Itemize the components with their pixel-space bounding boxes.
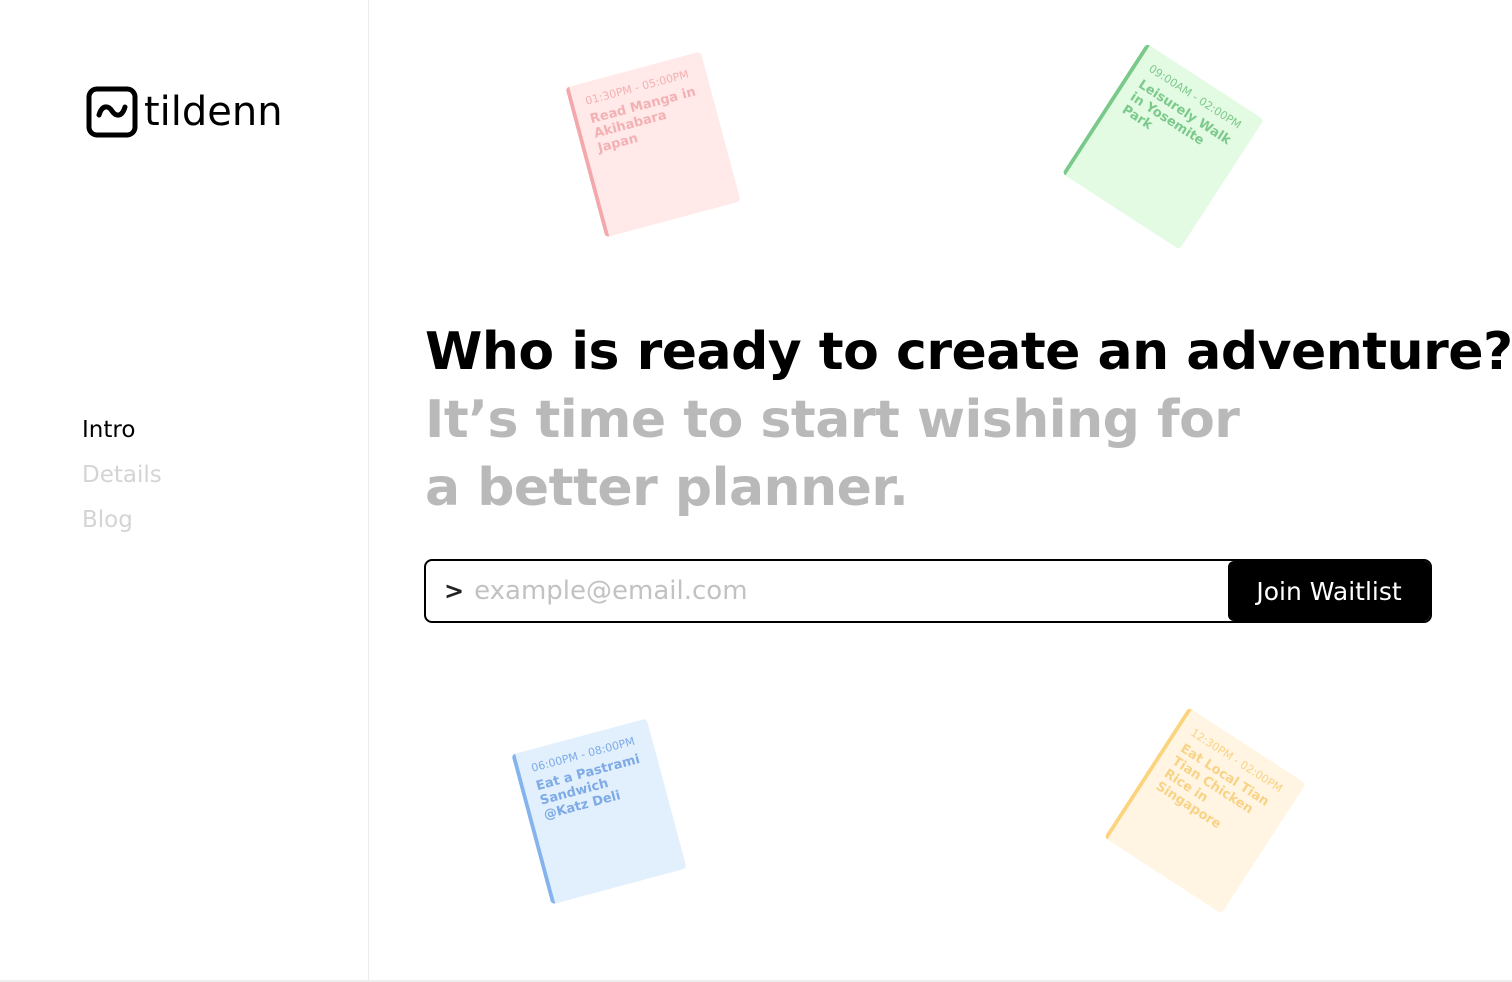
email-input[interactable] (464, 561, 1228, 621)
plan-card: 12:30PM - 02:00PM Eat Local Tian Tian Ch… (1104, 707, 1306, 914)
plan-card-title: Eat Local Tian Tian Chicken Rice in Sing… (1152, 741, 1272, 833)
brand-logo[interactable]: tildenn (86, 86, 283, 138)
hero-headline: Who is ready to create an adventure? (425, 322, 1512, 382)
waitlist-form: > Join Waitlist (424, 559, 1432, 623)
hero-subheadline: It’s time to start wishing for a better … (425, 390, 1240, 518)
sidebar-nav: Intro Details Blog (82, 408, 162, 543)
sidebar: tildenn Intro Details Blog (0, 0, 369, 982)
tilde-box-icon (86, 86, 138, 138)
main-content: 01:30PM - 05:00PM Read Manga in Akihabar… (370, 0, 1512, 982)
join-waitlist-button[interactable]: Join Waitlist (1228, 561, 1430, 621)
nav-item-blog[interactable]: Blog (82, 498, 162, 543)
page: tildenn Intro Details Blog 01:30PM - 05:… (0, 0, 1512, 982)
brand-name: tildenn (144, 89, 283, 135)
prompt-chevron: > (444, 577, 465, 605)
plan-card: 06:00PM - 08:00PM Eat a Pastrami Sandwic… (511, 718, 687, 905)
nav-item-details[interactable]: Details (82, 453, 162, 498)
plan-card: 09:00AM - 02:00PM Leisurely Walk in Yose… (1062, 43, 1264, 250)
nav-item-intro[interactable]: Intro (82, 408, 162, 453)
plan-card: 01:30PM - 05:00PM Read Manga in Akihabar… (565, 51, 741, 238)
